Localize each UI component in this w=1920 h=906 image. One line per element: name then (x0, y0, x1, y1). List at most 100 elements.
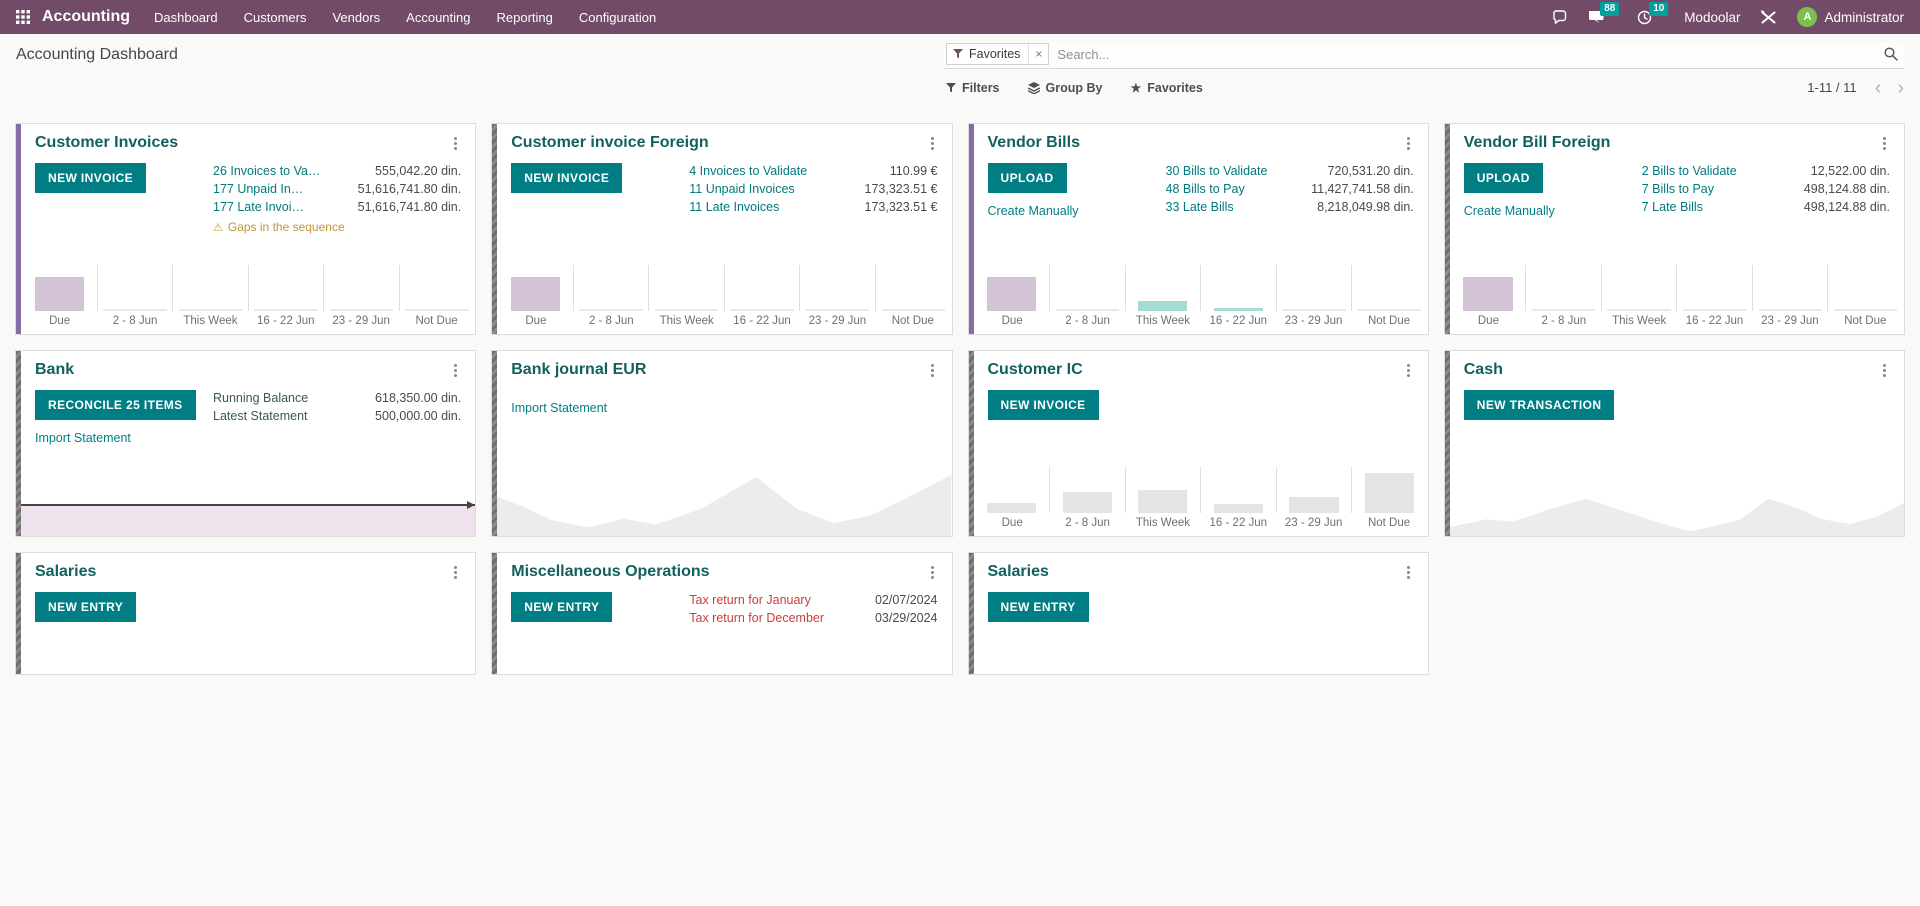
chart-bar[interactable] (1282, 309, 1345, 311)
chart-bar[interactable] (1056, 309, 1119, 311)
chart-bar[interactable] (1358, 309, 1421, 311)
new-entry-button[interactable]: NEW ENTRY (35, 592, 136, 622)
nav-item-dashboard[interactable]: Dashboard (154, 10, 218, 25)
chart-bar[interactable] (35, 277, 84, 311)
reconcile-25-items-button[interactable]: RECONCILE 25 ITEMS (35, 390, 196, 420)
chart-bar[interactable] (987, 503, 1036, 513)
group-by-button[interactable]: Group By (1028, 81, 1103, 95)
chart-bar[interactable] (179, 309, 242, 311)
card-title[interactable]: Salaries (35, 563, 450, 581)
chart-bar[interactable] (1759, 309, 1822, 311)
card-title[interactable]: Cash (1464, 361, 1879, 379)
chart-bar[interactable] (1365, 473, 1414, 513)
nav-item-configuration[interactable]: Configuration (579, 10, 656, 25)
app-brand[interactable]: Accounting (42, 8, 130, 26)
card-menu-button[interactable] (927, 134, 938, 153)
import-statement-link[interactable]: Import Statement (35, 431, 131, 445)
card-title[interactable]: Miscellaneous Operations (511, 563, 926, 581)
card-menu-button[interactable] (1879, 361, 1890, 380)
card-menu-button[interactable] (450, 563, 461, 582)
stat-label-7-bills-to-pay[interactable]: 7 Bills to Pay (1642, 182, 1714, 197)
card-menu-button[interactable] (1879, 134, 1890, 153)
stat-label-running-balance[interactable]: Running Balance (213, 391, 308, 406)
card-menu-button[interactable] (1403, 361, 1414, 380)
nav-item-customers[interactable]: Customers (244, 10, 307, 25)
chart-bar[interactable] (1063, 492, 1112, 513)
stat-label-48-bills-to-pay[interactable]: 48 Bills to Pay (1166, 182, 1245, 197)
nav-item-reporting[interactable]: Reporting (497, 10, 553, 25)
new-entry-button[interactable]: NEW ENTRY (988, 592, 1089, 622)
chart-bar[interactable] (1683, 309, 1746, 311)
chart-bar[interactable] (655, 309, 718, 311)
stat-label-4-invoices-to-validate[interactable]: 4 Invoices to Validate (689, 164, 807, 179)
chart-bar[interactable] (1138, 301, 1187, 311)
card-menu-button[interactable] (927, 361, 938, 380)
search-magnifier-icon[interactable] (1884, 47, 1902, 61)
filters-button[interactable]: Filters (946, 81, 1000, 95)
chart-bar[interactable] (882, 309, 945, 311)
favorites-button[interactable]: ★ Favorites (1130, 81, 1202, 95)
company-switcher[interactable]: Modoolar (1684, 10, 1740, 25)
journal-area-chart[interactable] (1450, 476, 1904, 536)
card-title[interactable]: Salaries (988, 563, 1403, 581)
card-title[interactable]: Vendor Bill Foreign (1464, 134, 1879, 152)
activities-clock-icon[interactable]: 10 (1637, 10, 1652, 25)
new-invoice-button[interactable]: NEW INVOICE (511, 163, 622, 193)
chart-bar[interactable] (405, 309, 468, 311)
pager-next-button[interactable]: › (1897, 81, 1904, 95)
upload-button[interactable]: UPLOAD (988, 163, 1067, 193)
user-menu[interactable]: A Administrator (1797, 7, 1904, 27)
pager-previous-button[interactable]: ‹ (1875, 81, 1882, 95)
nav-item-vendors[interactable]: Vendors (332, 10, 380, 25)
stat-label-2-bills-to-validate[interactable]: 2 Bills to Validate (1642, 164, 1737, 179)
card-menu-button[interactable] (450, 361, 461, 380)
card-title[interactable]: Bank journal EUR (511, 361, 926, 379)
stat-label-11-late-invoices[interactable]: 11 Late Invoices (689, 200, 779, 215)
card-menu-button[interactable] (927, 563, 938, 582)
chart-bar[interactable] (1214, 504, 1263, 513)
chart-bar[interactable] (1289, 497, 1338, 513)
card-menu-button[interactable] (450, 134, 461, 153)
card-title[interactable]: Customer Invoices (35, 134, 450, 152)
new-invoice-button[interactable]: NEW INVOICE (988, 390, 1099, 420)
stat-label-7-late-bills[interactable]: 7 Late Bills (1642, 200, 1703, 215)
chart-bar[interactable] (1138, 490, 1187, 513)
chart-bar[interactable] (511, 277, 560, 311)
discuss-icon[interactable] (1552, 9, 1568, 25)
new-invoice-button[interactable]: NEW INVOICE (35, 163, 146, 193)
sequence-gap-warning[interactable]: ⚠Gaps in the sequence (213, 220, 461, 234)
chart-bar[interactable] (1463, 277, 1512, 311)
chart-bar[interactable] (330, 309, 393, 311)
stat-label-30-bills-to-validate[interactable]: 30 Bills to Validate (1166, 164, 1268, 179)
stat-label-tax-return-for-january[interactable]: Tax return for January (689, 593, 811, 608)
stat-label-26-invoices-to-va[interactable]: 26 Invoices to Va… (213, 164, 320, 179)
new-entry-button[interactable]: NEW ENTRY (511, 592, 612, 622)
tools-icon[interactable] (1760, 10, 1777, 25)
chart-bar[interactable] (254, 309, 317, 311)
create-manually-link[interactable]: Create Manually (988, 204, 1079, 218)
stat-label-tax-return-for-december[interactable]: Tax return for December (689, 611, 824, 626)
card-menu-button[interactable] (1403, 134, 1414, 153)
chart-bar[interactable] (1214, 308, 1263, 311)
create-manually-link[interactable]: Create Manually (1464, 204, 1555, 218)
stat-label-11-unpaid-invoices[interactable]: 11 Unpaid Invoices (689, 182, 794, 197)
card-title[interactable]: Bank (35, 361, 450, 379)
stat-label-latest-statement[interactable]: Latest Statement (213, 409, 308, 424)
upload-button[interactable]: UPLOAD (1464, 163, 1543, 193)
stat-label-177-late-invoi[interactable]: 177 Late Invoi… (213, 200, 304, 215)
new-transaction-button[interactable]: NEW TRANSACTION (1464, 390, 1615, 420)
chart-bar[interactable] (579, 309, 642, 311)
chart-bar[interactable] (806, 309, 869, 311)
card-title[interactable]: Vendor Bills (988, 134, 1403, 152)
card-title[interactable]: Customer IC (988, 361, 1403, 379)
chart-bar[interactable] (103, 309, 166, 311)
card-menu-button[interactable] (1403, 563, 1414, 582)
chart-bar[interactable] (1607, 309, 1670, 311)
stat-label-33-late-bills[interactable]: 33 Late Bills (1166, 200, 1234, 215)
card-title[interactable]: Customer invoice Foreign (511, 134, 926, 152)
chart-bar[interactable] (1532, 309, 1595, 311)
messages-icon[interactable]: 88 (1588, 10, 1605, 25)
facet-remove-button[interactable]: × (1028, 44, 1048, 64)
chart-bar[interactable] (730, 309, 793, 311)
search-input[interactable] (1049, 44, 1884, 65)
